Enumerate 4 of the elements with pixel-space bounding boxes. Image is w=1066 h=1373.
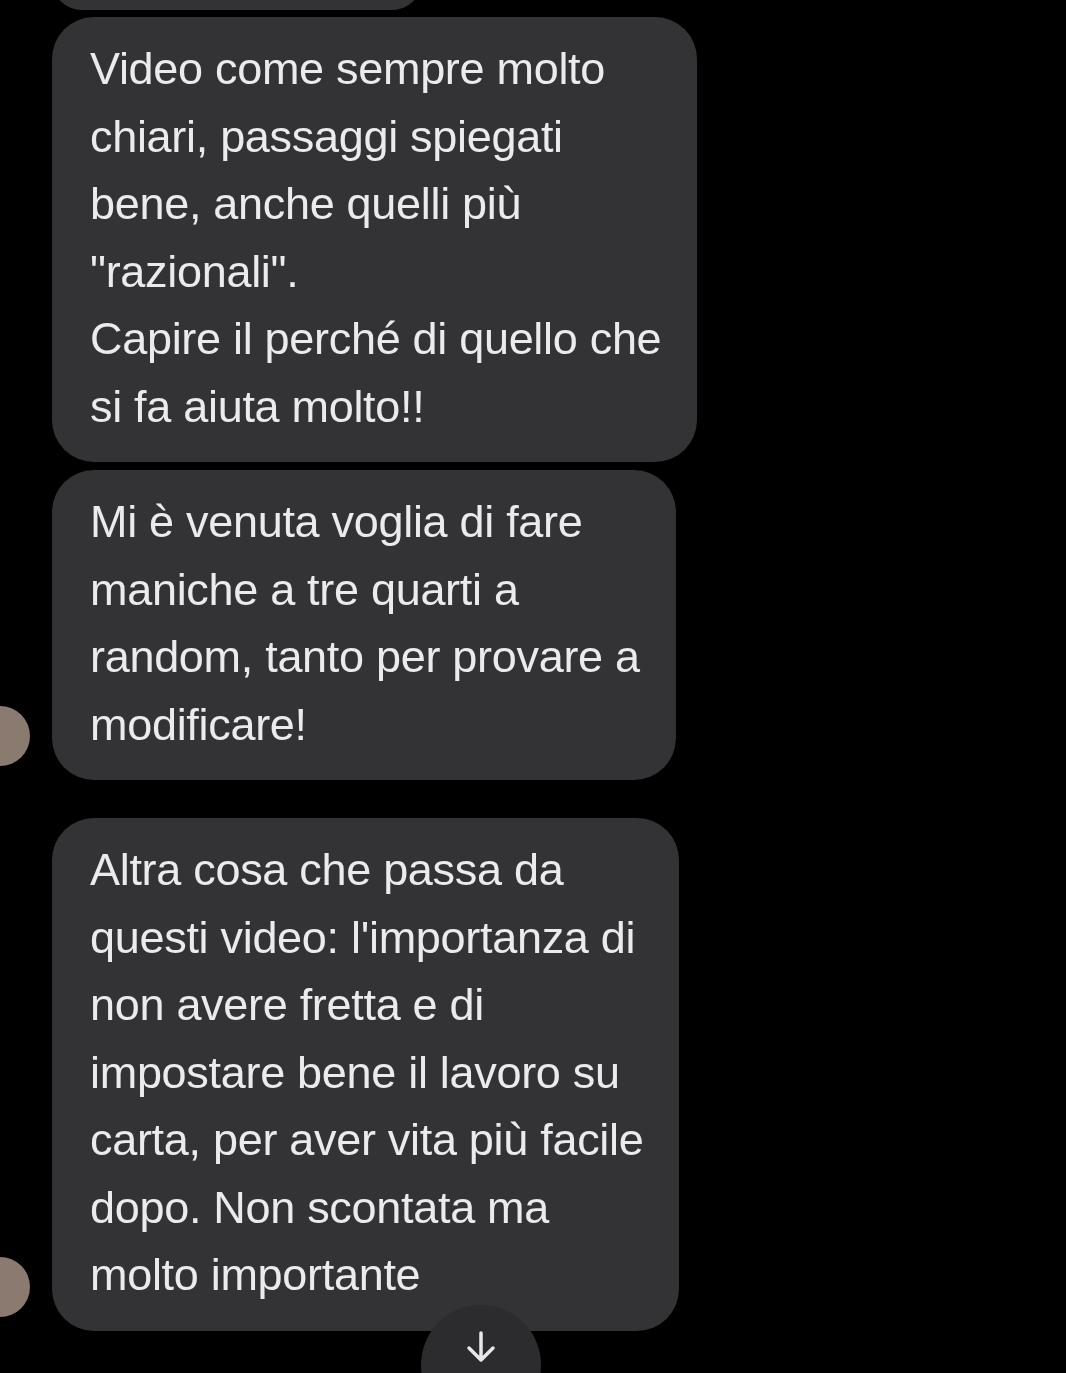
message-text: Video come sempre molto chiari, passaggi spiegati bene, anche quelli più "razionali". Capire il perché di quello che si fa aiuta molto!!	[90, 42, 662, 434]
message-text: Altra cosa che passa da questi video: l'importanza di non avere fretta e di impostare bene il lavoro su carta, per aver vita più facile dopo. Non scontata ma molto importante	[90, 843, 644, 1302]
message-text: Mi è venuta voglia di fare maniche a tre quarti a random, tanto per provare a modificare!	[90, 495, 640, 752]
arrow-down-icon	[466, 1331, 496, 1363]
